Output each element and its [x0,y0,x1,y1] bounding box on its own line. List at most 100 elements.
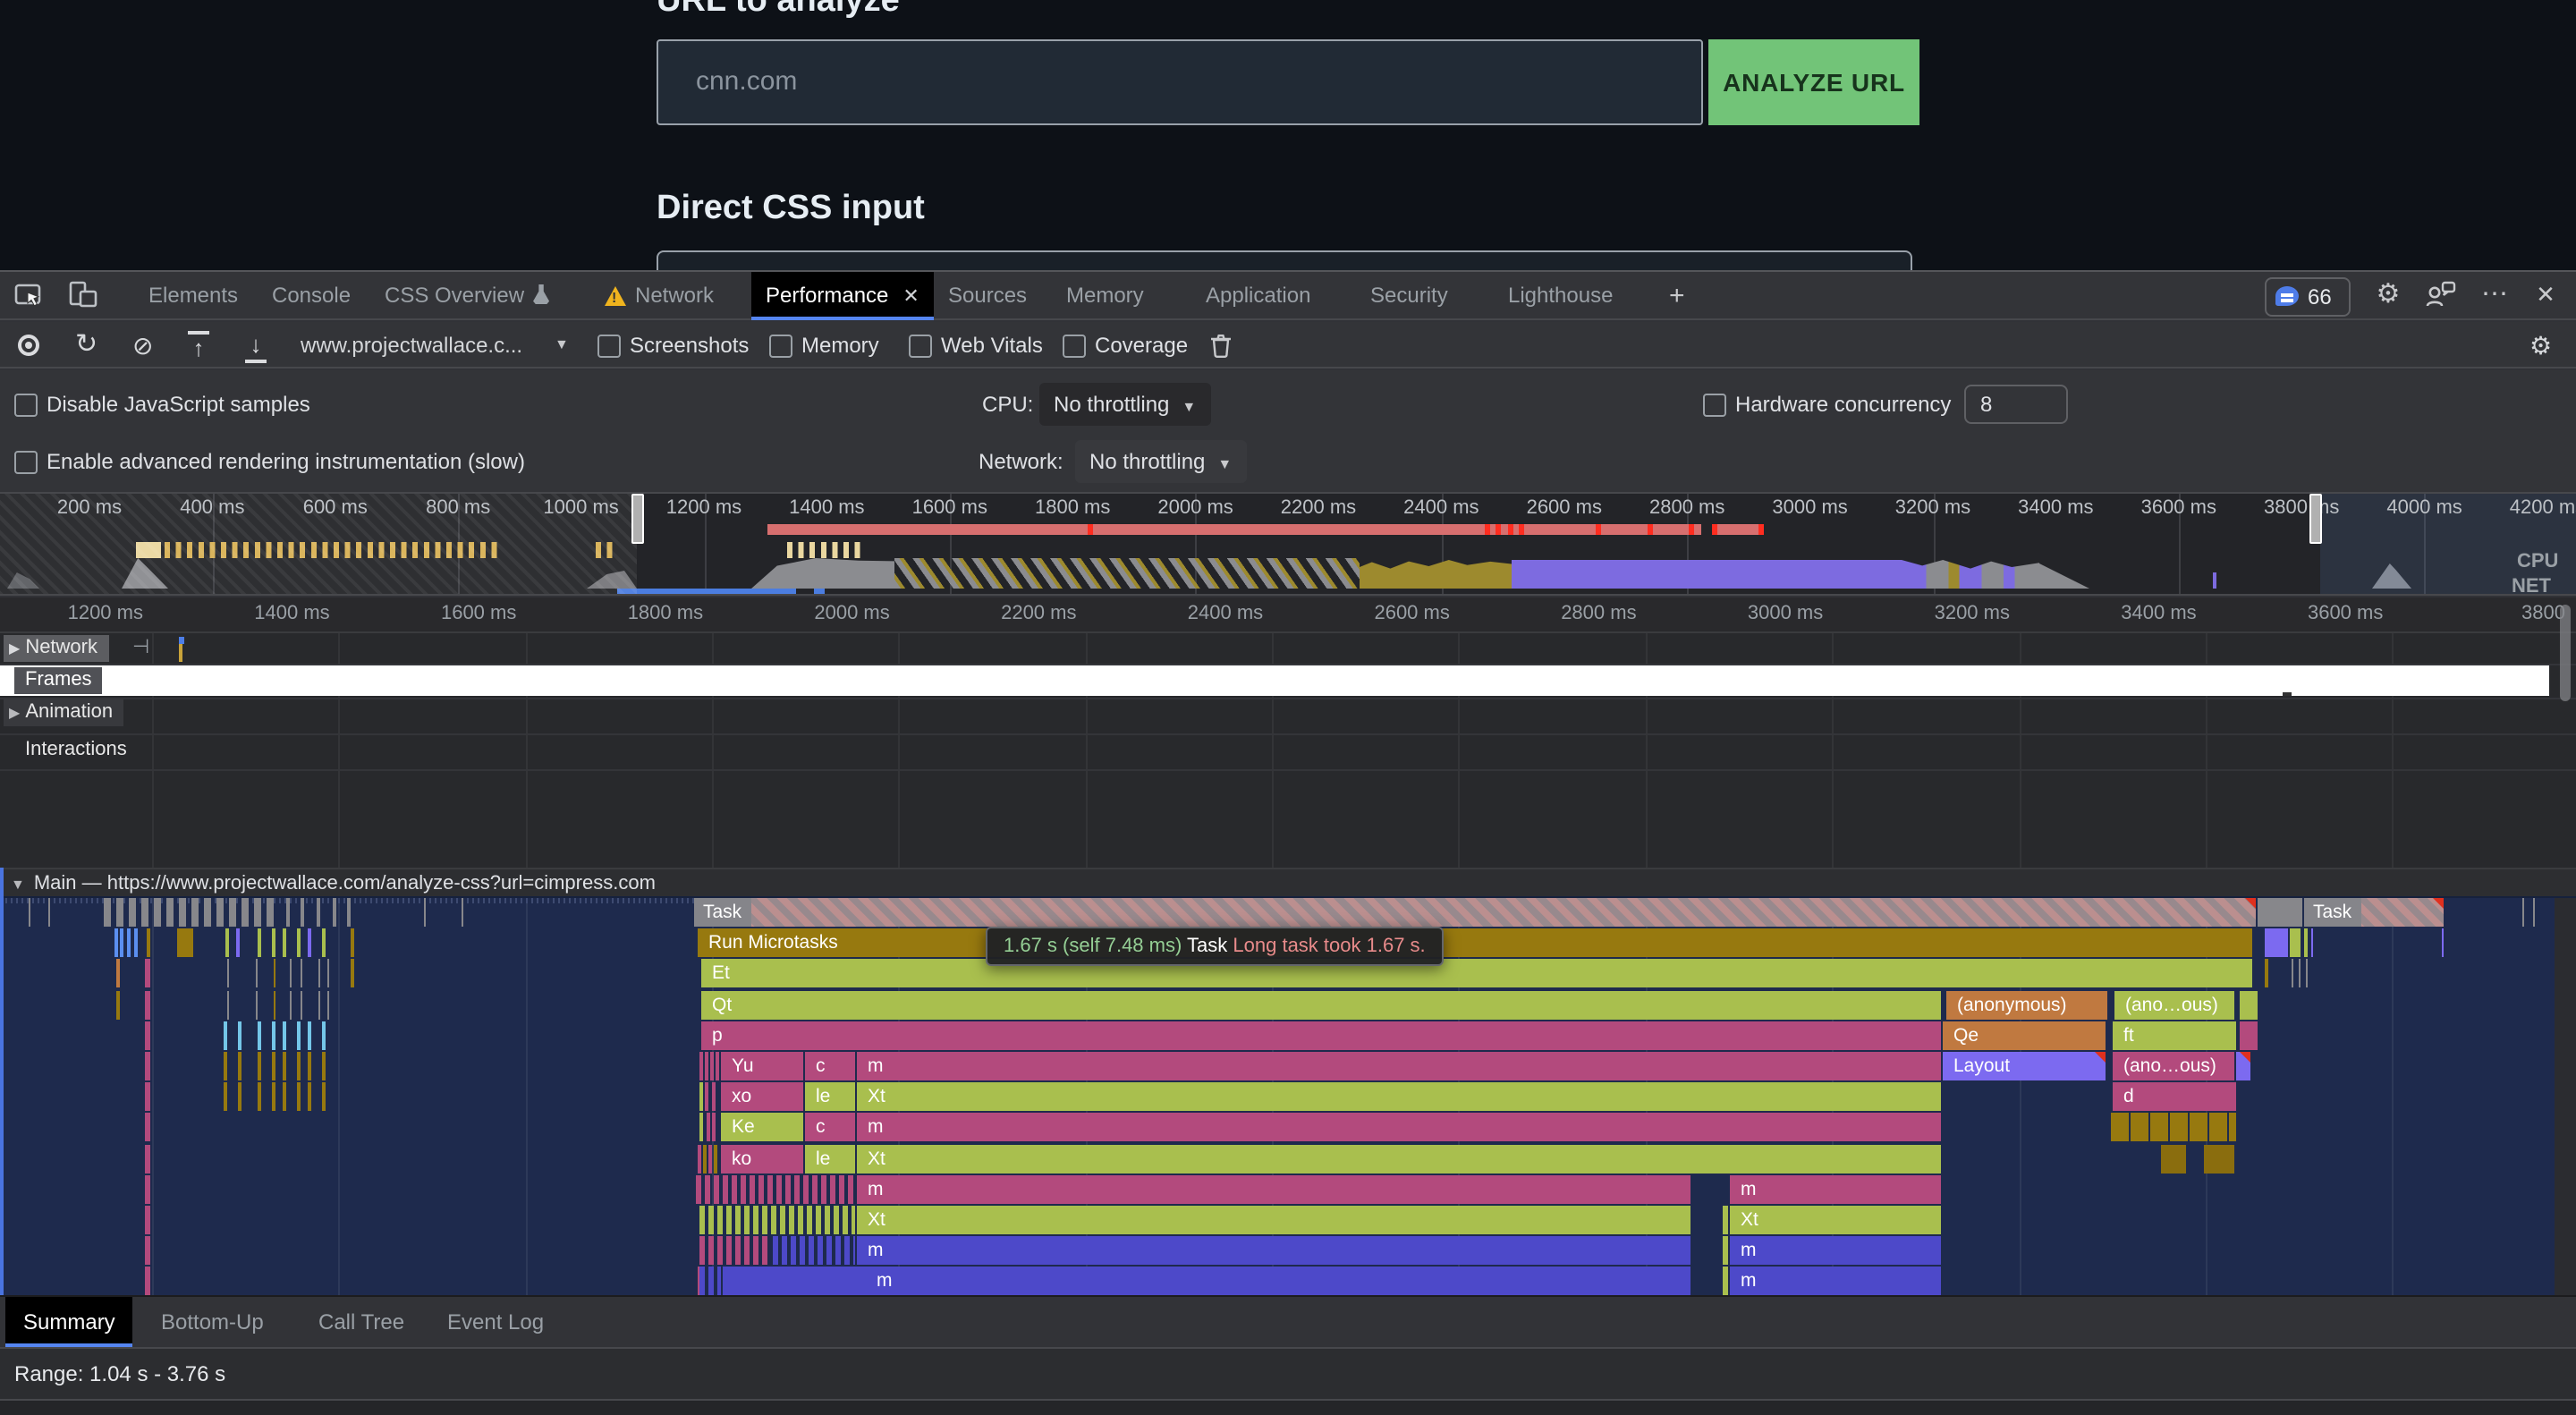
issues-badge[interactable]: 66 [2265,277,2351,317]
flame-bar[interactable] [699,1236,771,1265]
tab-sources[interactable]: Sources [948,272,1027,320]
flame-bar-runmicrotasks[interactable]: Run Microtasks [698,928,2252,957]
flame-bar-m[interactable]: m [723,1267,1690,1295]
flame-bar-c[interactable]: c [805,1052,855,1080]
track-frames[interactable]: Frames [14,667,103,694]
network-request-mark[interactable] [179,644,182,662]
analyze-url-button[interactable]: ANALYZE URL [1708,39,1919,125]
flame-bar-m[interactable]: m [857,1175,1690,1204]
cpu-throttling-select[interactable]: No throttling▼ [1039,383,1210,426]
disable-js-checkbox[interactable] [14,394,38,417]
url-input[interactable]: cnn.com [657,39,1703,125]
flame-bar-m[interactable]: m [857,1113,1941,1141]
track-resize-icon[interactable]: ⊣ [132,635,149,658]
device-toolbar-icon[interactable] [68,281,98,309]
flame-bar-task[interactable]: Task [694,898,2256,927]
trash-icon[interactable] [1209,333,1233,358]
tab-security[interactable]: Security [1370,272,1448,320]
flame-bar-le[interactable]: le [805,1082,855,1111]
flame-bar[interactable] [696,1175,855,1204]
flame-bar-xt[interactable]: Xt [1730,1206,1941,1234]
inspect-icon[interactable] [14,283,45,311]
save-profile-icon[interactable]: ↓ [245,331,267,363]
tab-summary[interactable]: Summary [5,1297,133,1347]
flame-bar-xt[interactable]: Xt [857,1206,1690,1234]
flame-bar-le[interactable]: le [805,1145,855,1174]
profile-caret-icon[interactable]: ▼ [555,322,569,369]
main-track-header[interactable]: ▼Main — https://www.projectwallace.com/a… [0,868,2576,898]
add-tab-icon[interactable]: + [1669,272,1685,320]
flame-bar-ko[interactable]: ko [721,1145,803,1174]
disable-js-label[interactable]: Disable JavaScript samples [47,383,310,426]
flame-bar[interactable] [699,1206,855,1234]
flame-bar-qe[interactable]: Qe [1943,1021,2106,1050]
load-profile-icon[interactable]: ↑ [188,331,209,363]
flame-bar-anoous[interactable]: (ano…ous) [2114,991,2234,1020]
close-devtools-icon[interactable]: ✕ [2526,275,2565,315]
flame-bar[interactable] [773,1236,855,1265]
flame-bar-ft[interactable]: ft [2113,1021,2236,1050]
track-interactions[interactable]: Interactions [25,735,127,766]
web-vitals-label[interactable]: Web Vitals [941,322,1043,369]
tab-network[interactable]: Network [635,272,714,320]
feedback-icon[interactable] [2426,281,2456,308]
selection-handle-left[interactable] [631,494,644,544]
flame-bar[interactable] [699,1267,721,1295]
flame-bar[interactable] [2204,1145,2234,1174]
flame-bar[interactable] [2161,1145,2186,1174]
flame-bar-qt[interactable]: Qt [701,991,1941,1020]
settings-gear-icon[interactable]: ⚙ [2368,275,2408,315]
flame-bar[interactable] [2111,1113,2236,1141]
flame-bar-m[interactable]: m [1730,1267,1941,1295]
flame-bar[interactable] [1723,1236,1728,1265]
flame-bar-m[interactable]: m [857,1052,1941,1080]
network-request-mark[interactable] [179,637,184,644]
flame-bar-ke[interactable]: Ke [721,1113,803,1141]
timeline-overview[interactable]: 200 ms400 ms600 ms800 ms1000 ms1200 ms14… [0,494,2576,596]
flame-bar[interactable] [2265,928,2288,957]
flame-bar-c[interactable]: c [805,1113,855,1141]
screenshots-label[interactable]: Screenshots [630,322,749,369]
flame-bar-xt[interactable]: Xt [857,1145,1941,1174]
flame-bar-anoous[interactable]: (ano…ous) [2113,1052,2234,1080]
profile-select[interactable]: www.projectwallace.c... [301,322,522,369]
hardware-concurrency-label[interactable]: Hardware concurrency [1735,383,1951,426]
flame-bar-p[interactable]: p [701,1021,1941,1050]
tab-elements[interactable]: Elements [148,272,238,320]
capture-settings-gear-icon[interactable]: ⚙ [2529,322,2552,369]
tab-performance[interactable]: Performance✕ [751,272,934,320]
tab-lighthouse[interactable]: Lighthouse [1508,272,1613,320]
track-network[interactable]: ▶Network [4,635,108,662]
reload-record-icon[interactable]: ↻ [75,322,97,369]
network-throttling-select[interactable]: No throttling▼ [1075,440,1246,483]
tab-bottom-up[interactable]: Bottom-Up [161,1297,264,1347]
css-textarea[interactable] [657,250,1912,270]
web-vitals-checkbox[interactable] [909,335,932,358]
vertical-scrollbar[interactable] [2560,605,2571,701]
hardware-concurrency-input[interactable]: 8 [1964,385,2068,424]
flame-bar[interactable] [2442,928,2444,957]
advanced-rendering-checkbox[interactable] [14,451,38,474]
track-frames-row[interactable]: Frames [0,665,2549,696]
flame-bar[interactable] [2258,898,2302,927]
hardware-concurrency-checkbox[interactable] [1703,394,1726,417]
flame-bar[interactable] [2240,1021,2258,1050]
tab-application[interactable]: Application [1206,272,1310,320]
screenshots-checkbox[interactable] [597,335,621,358]
flame-bar-anonymous[interactable]: (anonymous) [1946,991,2107,1020]
flame-bar[interactable] [2265,959,2268,987]
coverage-checkbox[interactable] [1063,335,1086,358]
flame-bar[interactable] [2290,928,2301,957]
flame-bar-d[interactable]: d [2113,1082,2236,1111]
close-tab-icon[interactable]: ✕ [902,286,919,308]
flame-bar-yu[interactable]: Yu [721,1052,803,1080]
more-options-icon[interactable]: ⋯ [2476,275,2515,315]
flame-bar-m[interactable]: m [1730,1236,1941,1265]
clear-icon[interactable]: ⊘ [132,322,153,369]
flame-bar[interactable] [1723,1267,1728,1295]
collapse-icon[interactable]: ▼ [11,877,25,893]
flame-bar[interactable] [1723,1206,1728,1234]
flame-bar-m[interactable]: m [1730,1175,1941,1204]
flame-bar-xt[interactable]: Xt [857,1082,1941,1111]
memory-checkbox[interactable] [769,335,792,358]
